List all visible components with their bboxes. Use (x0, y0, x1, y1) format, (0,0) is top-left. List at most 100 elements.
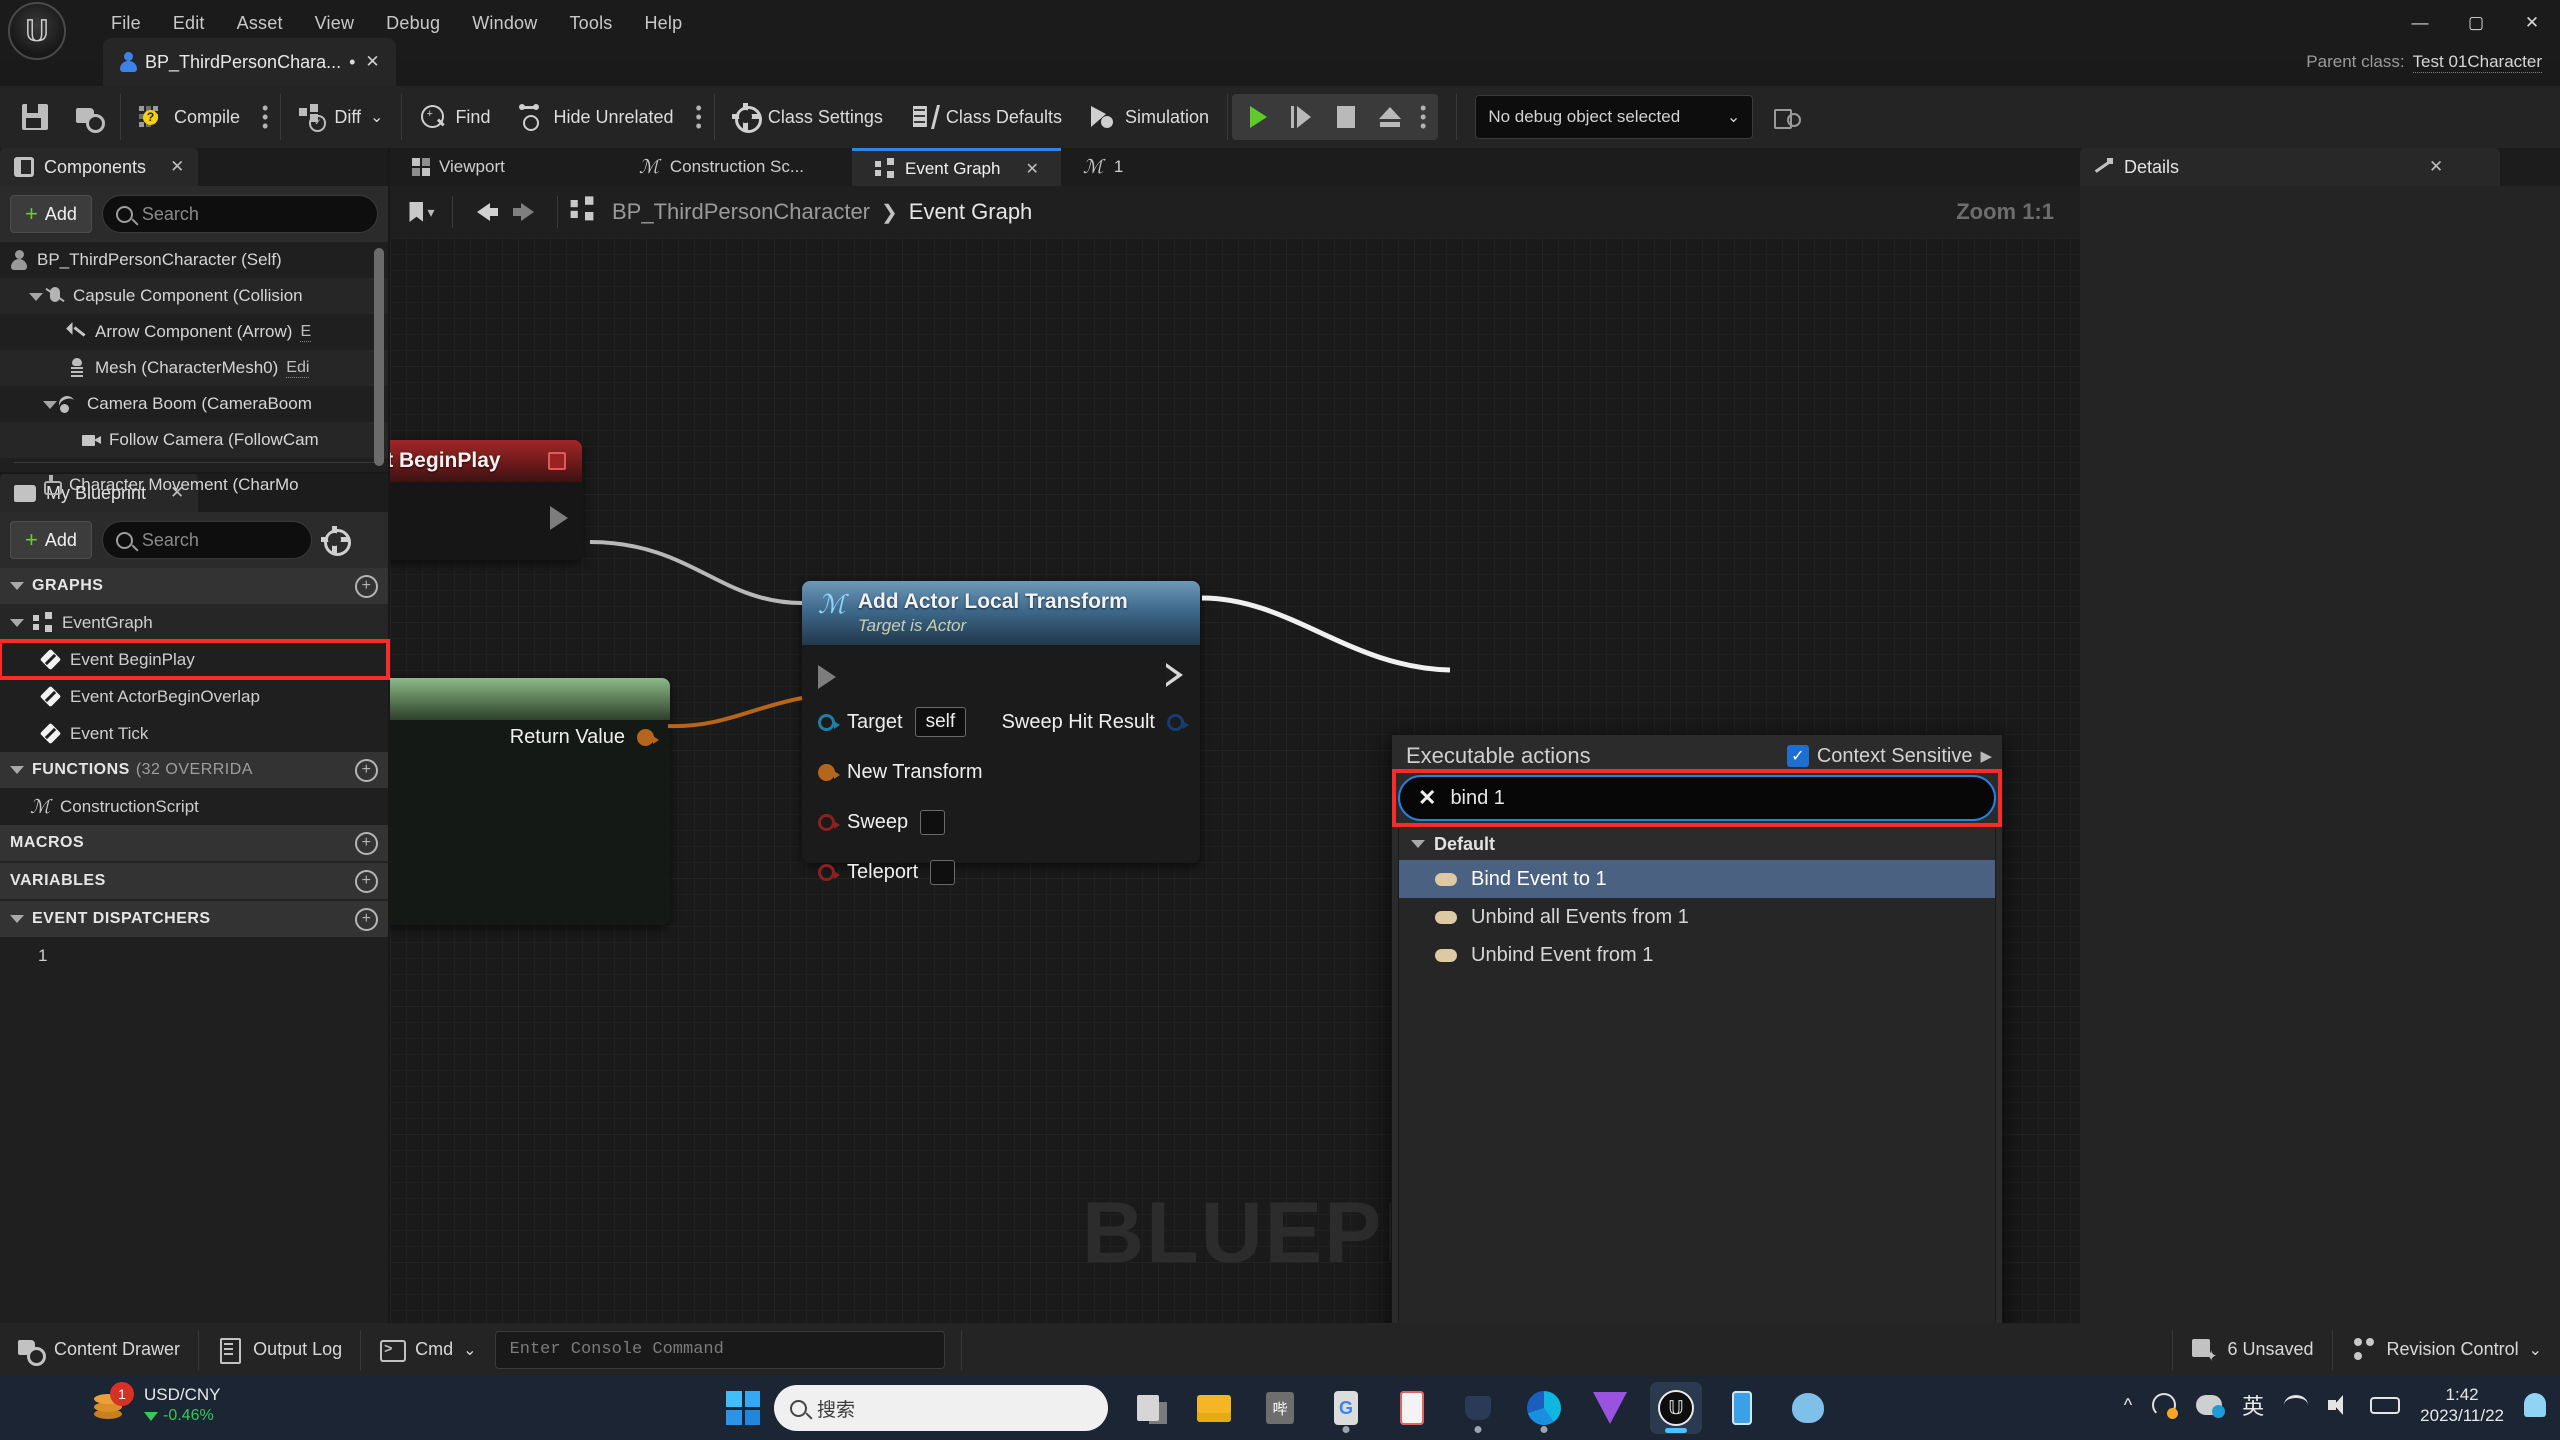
save-button[interactable] (0, 86, 62, 148)
clear-icon[interactable]: ✕ (1418, 785, 1436, 811)
menu-asset[interactable]: Asset (221, 9, 299, 38)
clock[interactable]: 1:42 2023/11/22 (2420, 1384, 2504, 1427)
action-item-unbind-all-events-from-1[interactable]: Unbind all Events from 1 (1399, 898, 1995, 936)
add-graph-icon[interactable]: + (355, 575, 378, 598)
menu-edit[interactable]: Edit (157, 9, 221, 38)
component-row-self[interactable]: BP_ThirdPersonCharacter (Self) (0, 242, 388, 278)
menu-window[interactable]: Window (456, 9, 553, 38)
taskbar-app-paint[interactable] (1782, 1382, 1834, 1434)
components-search-input[interactable]: Search (102, 195, 378, 233)
menu-tools[interactable]: Tools (553, 9, 628, 38)
hide-unrelated-kebab-icon[interactable]: ••• (688, 104, 710, 131)
diff-button[interactable]: Diff ⌄ (285, 86, 397, 148)
nav-forward-button[interactable] (505, 190, 549, 234)
volume-icon[interactable] (2328, 1395, 2350, 1415)
node-add-actor-local-transform[interactable]: ℳ Add Actor Local Transform Target is Ac… (802, 581, 1200, 863)
myblueprint-settings-gear-icon[interactable] (322, 527, 348, 553)
tab-components[interactable]: Components ✕ (0, 148, 198, 186)
dispatcher-item-1[interactable]: 1 (0, 937, 388, 974)
taskbar-widget[interactable]: 1 USD/CNY -0.46% (90, 1384, 221, 1427)
myblueprint-add-button[interactable]: + Add (10, 521, 92, 559)
close-window-icon[interactable]: ✕ (2504, 0, 2560, 46)
stop-button[interactable] (1324, 94, 1368, 140)
return-value-pin[interactable] (637, 729, 654, 746)
taskbar-app-unreal-engine[interactable]: 𝕌 (1650, 1382, 1702, 1434)
context-sensitive-toggle[interactable]: ✓ Context Sensitive ▶ (1787, 745, 1992, 768)
tab-viewport[interactable]: Viewport (390, 148, 527, 186)
action-menu-list[interactable]: Default Bind Event to 1 Unbind all Event… (1398, 827, 1996, 1325)
output-log-button[interactable]: Output Log (199, 1323, 360, 1376)
eject-button[interactable] (1368, 94, 1412, 140)
sync-icon[interactable] (2152, 1393, 2176, 1417)
class-defaults-button[interactable]: Class Defaults (897, 86, 1076, 148)
parent-class-value[interactable]: Test 01Character (2413, 52, 2542, 73)
component-row-character-movement[interactable]: Character Movement (CharMo (0, 467, 388, 503)
tab-details[interactable]: Details ✕ (2080, 148, 2500, 186)
exec-output-pin[interactable] (550, 506, 568, 530)
component-edit-link[interactable]: E (300, 323, 311, 342)
wifi-icon[interactable] (2284, 1395, 2308, 1415)
taskbar-app-bilibili[interactable]: 哔 (1254, 1382, 1306, 1434)
menu-view[interactable]: View (299, 9, 371, 38)
component-row-camera-boom[interactable]: Camera Boom (CameraBoom (0, 386, 388, 422)
teleport-checkbox[interactable] (930, 860, 955, 885)
action-item-bind-event-to-1[interactable]: Bind Event to 1 (1399, 860, 1995, 898)
windows-search-input[interactable]: 搜索 (774, 1385, 1108, 1431)
nav-back-button[interactable] (461, 190, 505, 234)
taskbar-app-google-drive[interactable]: G (1320, 1382, 1372, 1434)
unsaved-button[interactable]: 6 Unsaved (2173, 1323, 2331, 1376)
document-tab[interactable]: BP_ThirdPersonChara... • ✕ (103, 38, 396, 86)
teleport-input-pin[interactable] (818, 864, 835, 881)
tab-construction-script[interactable]: ℳ Construction Sc... (617, 148, 826, 186)
section-macros[interactable]: MACROS + (0, 825, 388, 861)
breadcrumb-root[interactable]: BP_ThirdPersonCharacter (612, 199, 870, 225)
components-add-button[interactable]: + Add (10, 195, 92, 233)
taskbar-app-edge[interactable] (1518, 1382, 1570, 1434)
delegate-pin-icon[interactable] (548, 452, 566, 470)
target-input-pin[interactable] (818, 714, 835, 731)
new-transform-input-pin[interactable] (818, 764, 835, 781)
taskbar-app-vite[interactable] (1584, 1382, 1636, 1434)
sweep-input-pin[interactable] (818, 814, 835, 831)
close-icon[interactable]: ✕ (2429, 157, 2443, 177)
windows-start-icon[interactable] (726, 1391, 760, 1425)
hide-unrelated-button[interactable]: Hide Unrelated (504, 86, 687, 148)
target-value[interactable]: self (915, 707, 967, 737)
taskbar-app-phone-link[interactable] (1716, 1382, 1768, 1434)
taskbar-app-file-explorer[interactable] (1188, 1382, 1240, 1434)
debug-filter-button[interactable] (1759, 86, 1813, 148)
component-edit-link[interactable]: Edi (286, 359, 309, 378)
chevron-down-icon[interactable] (10, 619, 24, 627)
add-variable-icon[interactable]: + (355, 870, 378, 893)
add-dispatcher-icon[interactable]: + (355, 908, 378, 931)
components-scrollbar[interactable] (374, 248, 384, 466)
simulation-button[interactable]: Simulation (1076, 86, 1223, 148)
graph-item-event-tick[interactable]: Event Tick (0, 715, 388, 752)
section-graphs[interactable]: GRAPHS + (0, 568, 388, 604)
section-functions[interactable]: FUNCTIONS (32 OVERRIDA + (0, 752, 388, 788)
class-settings-button[interactable]: Class Settings (719, 86, 897, 148)
function-item-constructionscript[interactable]: ℳ ConstructionScript (0, 788, 388, 825)
node-event-beginplay[interactable]: Event BeginPlay (390, 440, 582, 560)
menu-help[interactable]: Help (628, 9, 698, 38)
menu-debug[interactable]: Debug (370, 9, 456, 38)
compile-options-kebab-icon[interactable]: ••• (254, 104, 276, 131)
tab-event-graph[interactable]: Event Graph ✕ (852, 148, 1061, 186)
close-icon[interactable]: ✕ (363, 52, 381, 72)
chevron-right-icon[interactable]: ▶ (1980, 747, 1992, 765)
action-menu-search-input[interactable]: ✕ bind 1 (1398, 775, 1996, 821)
close-icon[interactable]: ✕ (1025, 159, 1038, 179)
tray-expand-icon[interactable]: ^ (2124, 1395, 2132, 1416)
action-item-unbind-event-from-1[interactable]: Unbind Event from 1 (1399, 936, 1995, 974)
component-row-capsule[interactable]: Capsule Component (Collision (0, 278, 388, 314)
graph-item-event-beginplay[interactable]: Event BeginPlay (0, 641, 388, 678)
graph-item-event-actorbeginoverlap[interactable]: Event ActorBeginOverlap (0, 678, 388, 715)
graph-item-eventgraph[interactable]: EventGraph (0, 604, 388, 641)
action-menu-popup[interactable]: Executable actions ✓ Context Sensitive ▶… (1391, 734, 2003, 1342)
step-button[interactable] (1280, 94, 1324, 140)
unreal-engine-logo-icon[interactable]: 𝕌 (8, 2, 66, 60)
menu-file[interactable]: File (95, 9, 157, 38)
cloud-icon[interactable] (2196, 1395, 2222, 1415)
sweep-checkbox[interactable] (920, 810, 945, 835)
debug-object-select[interactable]: No debug object selected ⌄ (1475, 95, 1753, 139)
